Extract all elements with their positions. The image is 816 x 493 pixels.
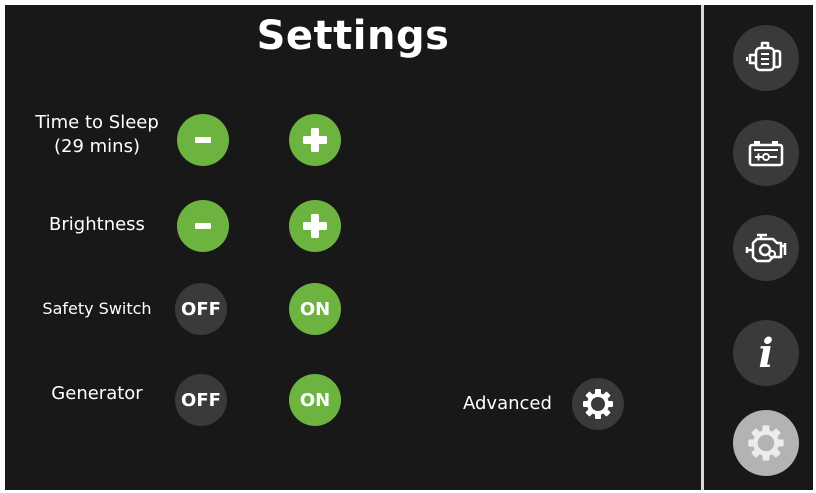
safety-on-text: ON bbox=[299, 298, 331, 320]
brightness-label: Brightness bbox=[49, 214, 145, 235]
minus-icon bbox=[195, 137, 211, 143]
generator-label: Generator bbox=[51, 383, 143, 404]
alternator-icon bbox=[746, 41, 782, 72]
minus-icon bbox=[195, 223, 211, 229]
generator-on-text: ON bbox=[299, 389, 331, 411]
engine-icon bbox=[745, 233, 787, 263]
safety-switch-off-button[interactable]: OFF bbox=[175, 283, 227, 335]
sleep-decrease-button[interactable] bbox=[177, 114, 229, 166]
sidebar-item-battery[interactable] bbox=[733, 120, 799, 186]
settings-panel: Settings Time to Sleep (29 mins) Brightn… bbox=[5, 5, 701, 490]
gear-icon bbox=[748, 425, 784, 461]
sleep-label: Time to Sleep (29 mins) bbox=[27, 111, 167, 159]
sidebar-item-settings[interactable] bbox=[733, 410, 799, 476]
sidebar-item-engine[interactable] bbox=[733, 215, 799, 281]
generator-on-button[interactable]: ON bbox=[289, 374, 341, 426]
battery-icon bbox=[748, 141, 784, 167]
brightness-increase-button[interactable] bbox=[289, 200, 341, 252]
plus-icon bbox=[303, 128, 327, 152]
sleep-increase-button[interactable] bbox=[289, 114, 341, 166]
generator-off-text: OFF bbox=[181, 389, 221, 411]
advanced-settings-button[interactable] bbox=[572, 378, 624, 430]
sidebar-item-info[interactable]: i bbox=[733, 320, 799, 386]
generator-off-button[interactable]: OFF bbox=[175, 374, 227, 426]
sleep-label-value: (29 mins) bbox=[54, 136, 140, 157]
safety-switch-label: Safety Switch bbox=[42, 299, 152, 318]
safety-off-text: OFF bbox=[181, 298, 221, 320]
brightness-decrease-button[interactable] bbox=[177, 200, 229, 252]
info-icon: i bbox=[758, 329, 774, 377]
app-window: Settings Time to Sleep (29 mins) Brightn… bbox=[5, 5, 813, 490]
safety-switch-on-button[interactable]: ON bbox=[289, 283, 341, 335]
plus-icon bbox=[303, 214, 327, 238]
gear-icon bbox=[583, 389, 613, 419]
sleep-label-title: Time to Sleep bbox=[35, 112, 159, 133]
sidebar-item-alternator[interactable] bbox=[733, 25, 799, 91]
page-title: Settings bbox=[256, 13, 450, 59]
advanced-label: Advanced bbox=[463, 393, 552, 414]
